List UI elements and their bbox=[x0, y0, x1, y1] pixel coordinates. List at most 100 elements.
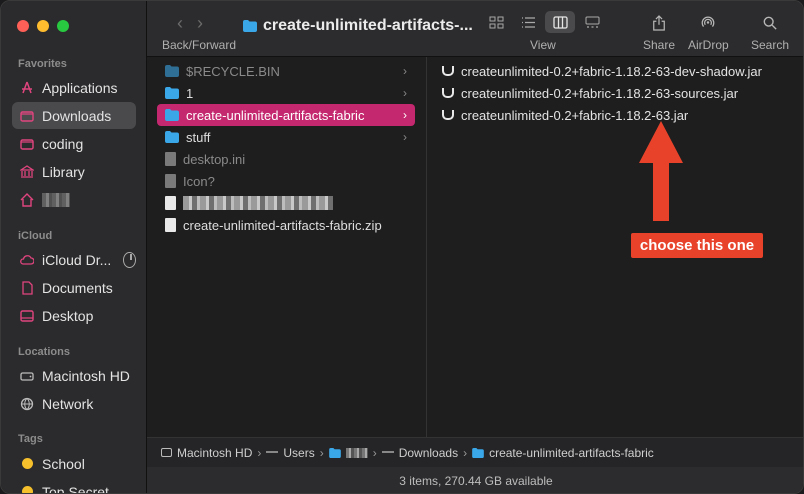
list-item[interactable]: Icon? bbox=[157, 170, 415, 192]
tag-dot-icon bbox=[20, 457, 34, 471]
airdrop-button[interactable] bbox=[698, 13, 718, 33]
sidebar-item-label: Network bbox=[42, 395, 94, 412]
path-separator: › bbox=[319, 445, 324, 460]
sidebar-item-downloads[interactable]: Downloads bbox=[12, 102, 136, 129]
path-item-users[interactable]: Users bbox=[283, 446, 314, 460]
gallery-icon bbox=[585, 16, 599, 28]
zoom-window-button[interactable] bbox=[57, 20, 69, 32]
sidebar-item-network[interactable]: Network bbox=[12, 390, 136, 417]
close-window-button[interactable] bbox=[17, 20, 29, 32]
redacted-username[interactable] bbox=[345, 447, 368, 458]
sidebar-item-label: Desktop bbox=[42, 307, 94, 324]
item-name: create-unlimited-artifacts-fabric bbox=[186, 107, 365, 123]
downloads-folder-icon bbox=[381, 450, 394, 455]
view-mode-group bbox=[481, 11, 607, 33]
sidebar-item-label: Top Secret bbox=[42, 483, 109, 494]
sidebar-item-home[interactable] bbox=[12, 186, 136, 213]
status-bar: 3 items, 270.44 GB available bbox=[147, 467, 803, 493]
document-icon bbox=[20, 280, 34, 295]
path-item-folder[interactable]: create-unlimited-artifacts-fabric bbox=[489, 446, 654, 460]
sidebar-item-label: Macintosh HD bbox=[42, 367, 130, 384]
column-view-button[interactable] bbox=[545, 11, 575, 33]
annotation-arrow-icon bbox=[639, 121, 683, 221]
list-item[interactable]: 1 › bbox=[157, 82, 415, 104]
folder-icon bbox=[165, 131, 179, 143]
item-name: stuff bbox=[186, 129, 211, 145]
folder-icon bbox=[20, 137, 34, 151]
item-name: 1 bbox=[186, 85, 194, 101]
sidebar-item-desktop[interactable]: Desktop bbox=[12, 302, 136, 329]
share-label: Share bbox=[643, 38, 676, 52]
search-button[interactable] bbox=[760, 13, 780, 33]
jar-file-icon bbox=[442, 88, 454, 98]
share-button[interactable] bbox=[649, 13, 669, 33]
item-name: createunlimited-0.2+fabric-1.18.2-63-sou… bbox=[461, 85, 739, 101]
list-item[interactable]: createunlimited-0.2+fabric-1.18.2-63-dev… bbox=[442, 60, 762, 82]
redacted-username bbox=[42, 192, 70, 207]
sidebar-tag-top-secret[interactable]: Top Secret bbox=[12, 478, 136, 494]
list-item[interactable]: createunlimited-0.2+fabric-1.18.2-63-sou… bbox=[442, 82, 738, 104]
list-item[interactable]: create-unlimited-artifacts-fabric.zip bbox=[157, 214, 415, 236]
jar-file-icon bbox=[442, 66, 454, 76]
desktop-icon bbox=[20, 309, 34, 323]
list-item[interactable]: stuff › bbox=[157, 126, 415, 148]
sidebar-item-icloud-drive[interactable]: iCloud Dr... bbox=[12, 246, 136, 273]
sidebar-item-documents[interactable]: Documents bbox=[12, 274, 136, 301]
sidebar-item-label: Library bbox=[42, 163, 85, 180]
item-name: createunlimited-0.2+fabric-1.18.2-63-dev… bbox=[461, 63, 762, 79]
downloads-icon bbox=[20, 109, 34, 123]
back-chevron-icon[interactable]: ‹ bbox=[177, 13, 183, 34]
columns-icon bbox=[552, 15, 568, 29]
search-label: Search bbox=[751, 38, 790, 52]
list-item-selected[interactable]: create-unlimited-artifacts-fabric › bbox=[157, 104, 415, 126]
minimize-window-button[interactable] bbox=[37, 20, 49, 32]
chevron-right-icon: › bbox=[403, 86, 407, 100]
icon-view-button[interactable] bbox=[481, 11, 511, 33]
path-item-downloads[interactable]: Downloads bbox=[399, 446, 458, 460]
sidebar-item-macintosh-hd[interactable]: Macintosh HD bbox=[12, 362, 136, 389]
icloud-section-title: iCloud bbox=[18, 230, 53, 242]
grid-icon bbox=[489, 16, 503, 28]
folder-icon bbox=[165, 87, 179, 99]
list-item[interactable] bbox=[157, 192, 415, 214]
forward-chevron-icon[interactable]: › bbox=[197, 13, 203, 34]
list-icon bbox=[521, 16, 535, 28]
network-icon bbox=[20, 397, 34, 411]
item-name: $RECYCLE.BIN bbox=[186, 63, 280, 79]
folder-icon bbox=[243, 20, 257, 32]
back-forward-label: Back/Forward bbox=[162, 38, 237, 52]
sync-progress-icon bbox=[123, 251, 136, 268]
sidebar-tag-school[interactable]: School bbox=[12, 450, 136, 477]
sidebar-item-label: Documents bbox=[42, 279, 113, 296]
toolbar: ‹ › Back/Forward create-unlimited-artifa… bbox=[147, 1, 803, 57]
sidebar-item-coding[interactable]: coding bbox=[12, 130, 136, 157]
back-forward-group: ‹ › bbox=[177, 13, 203, 34]
column-downloads: $RECYCLE.BIN › 1 › create-unlimited-arti… bbox=[147, 57, 427, 437]
tag-dot-icon bbox=[20, 485, 34, 493]
tags-section-title: Tags bbox=[18, 433, 43, 445]
sidebar-item-label: Downloads bbox=[42, 107, 112, 124]
chevron-right-icon: › bbox=[403, 130, 407, 144]
file-icon bbox=[165, 196, 176, 210]
share-icon bbox=[653, 15, 665, 31]
applications-icon bbox=[20, 81, 34, 95]
folder-icon bbox=[165, 109, 179, 121]
gallery-view-button[interactable] bbox=[577, 11, 607, 33]
path-bar: Macintosh HD › Users › › Downloads › cre… bbox=[147, 437, 803, 467]
sidebar-item-library[interactable]: Library bbox=[12, 158, 136, 185]
folder-icon bbox=[472, 447, 484, 458]
traffic-lights bbox=[17, 20, 69, 32]
sidebar-item-applications[interactable]: Applications bbox=[12, 74, 136, 101]
item-name: Icon? bbox=[183, 173, 215, 189]
file-icon bbox=[165, 174, 176, 188]
list-item[interactable]: $RECYCLE.BIN › bbox=[157, 60, 415, 82]
search-icon bbox=[763, 16, 777, 30]
redacted-file-name bbox=[183, 196, 333, 210]
finder-window: Favorites Applications Downloads coding … bbox=[0, 0, 804, 494]
sidebar-item-label: iCloud Dr... bbox=[42, 251, 112, 268]
list-view-button[interactable] bbox=[513, 11, 543, 33]
list-item[interactable]: desktop.ini bbox=[157, 148, 415, 170]
jar-file-icon bbox=[442, 110, 454, 120]
path-item-disk[interactable]: Macintosh HD bbox=[177, 446, 252, 460]
settings-file-icon bbox=[165, 152, 176, 166]
